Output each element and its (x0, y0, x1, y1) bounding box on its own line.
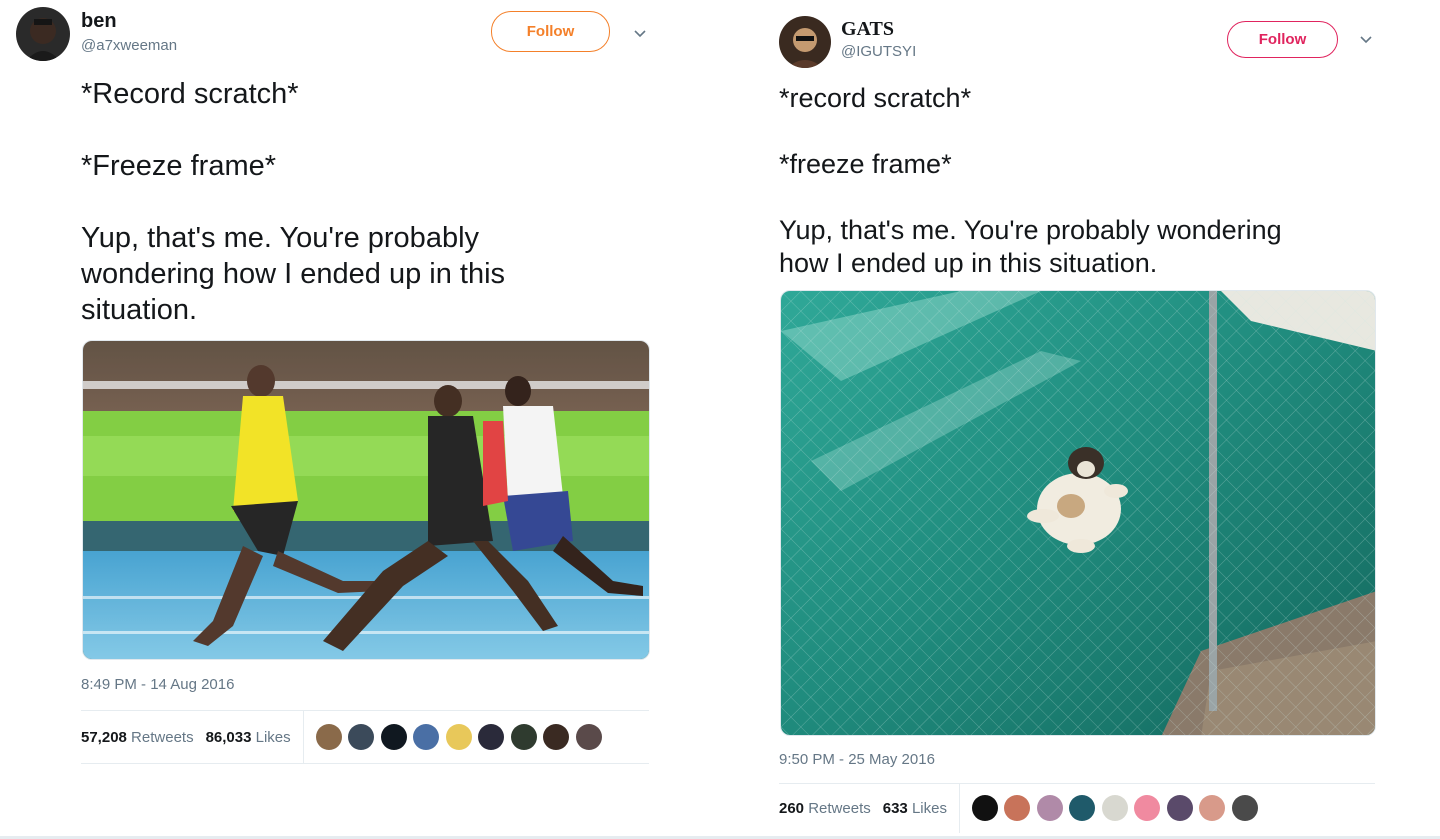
liker-avatar[interactable] (315, 724, 342, 750)
stats-separator (958, 783, 960, 833)
liker-avatars (971, 795, 1265, 821)
like-label: Likes (255, 728, 291, 746)
tweet-stats: 260 Retweets 633 Likes (779, 783, 1264, 833)
retweet-label: Retweets (808, 799, 871, 817)
retweet-number: 260 (779, 799, 809, 817)
like-count[interactable]: 86,033 Likes (206, 729, 291, 746)
retweet-label: Retweets (131, 728, 194, 746)
follow-button[interactable]: Follow (1227, 21, 1338, 58)
avatar[interactable] (16, 7, 70, 61)
liker-avatar[interactable] (1101, 795, 1128, 821)
retweet-count[interactable]: 57,208 Retweets (81, 729, 194, 746)
tweet-photo[interactable] (82, 340, 650, 660)
liker-avatar[interactable] (1134, 795, 1161, 821)
retweet-count[interactable]: 260 Retweets (779, 800, 871, 817)
display-name[interactable]: ben (81, 10, 117, 33)
tweet-card-left: ben @a7xweeman Follow *Record scratch* *… (0, 0, 720, 839)
user-handle[interactable]: @a7xweeman (81, 37, 177, 54)
liker-avatar[interactable] (1069, 795, 1096, 821)
liker-avatar[interactable] (543, 724, 570, 750)
liker-avatar[interactable] (971, 795, 998, 821)
liker-avatars (315, 724, 609, 750)
avatar[interactable] (779, 16, 831, 68)
tweet-photo[interactable] (780, 290, 1376, 736)
retweet-number: 57,208 (81, 728, 132, 746)
liker-avatar[interactable] (380, 724, 407, 750)
liker-avatar[interactable] (1199, 795, 1226, 821)
liker-avatar[interactable] (575, 724, 602, 750)
like-number: 633 (882, 799, 912, 817)
liker-avatar[interactable] (1166, 795, 1193, 821)
like-label: Likes (911, 799, 947, 817)
tweet-timestamp[interactable]: 8:49 PM - 14 Aug 2016 (81, 676, 234, 693)
like-count[interactable]: 633 Likes (883, 800, 947, 817)
liker-avatar[interactable] (510, 724, 537, 750)
liker-avatar[interactable] (413, 724, 440, 750)
chevron-down-icon[interactable] (632, 26, 648, 42)
tweet-card-right: GATS @IGUTSYI Follow *record scratch* *f… (720, 0, 1440, 839)
tweet-text: *Record scratch* *Freeze frame* Yup, tha… (81, 78, 506, 326)
chevron-down-icon[interactable] (1358, 32, 1374, 48)
tweet-timestamp[interactable]: 9:50 PM - 25 May 2016 (779, 751, 935, 768)
follow-button[interactable]: Follow (491, 11, 610, 52)
liker-avatar[interactable] (1036, 795, 1063, 821)
divider (81, 763, 649, 764)
display-name[interactable]: GATS (841, 18, 894, 41)
user-handle[interactable]: @IGUTSYI (841, 43, 916, 60)
tweet-stats: 57,208 Retweets 86,033 Likes (81, 711, 608, 763)
stats-separator (302, 711, 304, 763)
liker-avatar[interactable] (445, 724, 472, 750)
liker-avatar[interactable] (1231, 795, 1258, 821)
tweet-text: *record scratch* *freeze frame* Yup, tha… (779, 83, 1282, 278)
liker-avatar[interactable] (478, 724, 505, 750)
liker-avatar[interactable] (348, 724, 375, 750)
like-number: 86,033 (205, 728, 256, 746)
liker-avatar[interactable] (1004, 795, 1031, 821)
